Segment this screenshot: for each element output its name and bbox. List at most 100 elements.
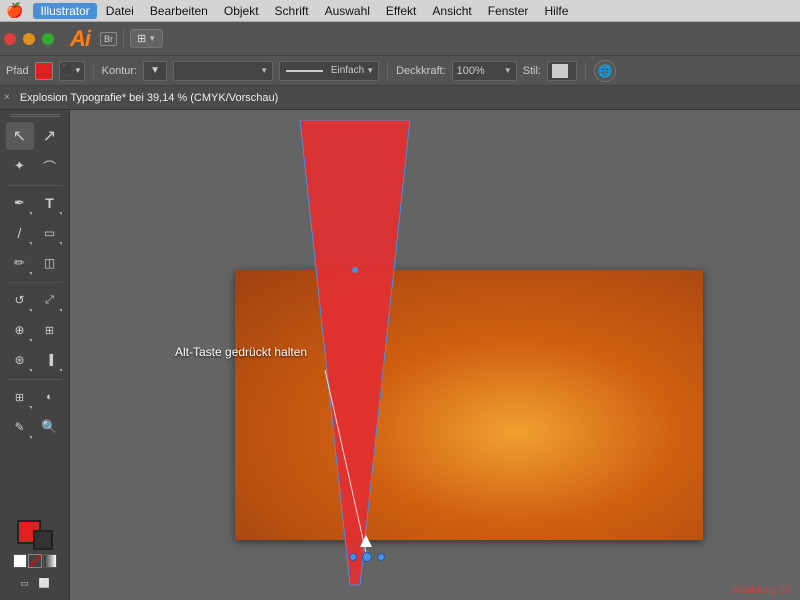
globe-button[interactable]: 🌐 <box>594 60 616 82</box>
tool-row-blend: ⊛ ▐ <box>6 346 64 374</box>
full-screen-button[interactable]: ⬜ <box>36 574 54 592</box>
sub-arrow-icon <box>29 212 32 215</box>
grid-icon: ⊞ <box>137 32 146 45</box>
mesh-tool-button[interactable]: ⊞ <box>6 383 34 411</box>
menu-items: Illustrator Datei Bearbeiten Objekt Schr… <box>33 3 575 19</box>
rotate-tool-button[interactable]: ↺ <box>6 286 34 314</box>
pencil-icon: ✏ <box>14 255 25 271</box>
warp-icon: ⊕ <box>14 323 24 337</box>
menu-bearbeiten[interactable]: Bearbeiten <box>143 3 215 19</box>
eraser-tool-button[interactable]: ◫ <box>36 249 64 277</box>
symbol-tool-button[interactable]: ⊛ <box>6 346 34 374</box>
gradient-icon: ◐ <box>46 391 53 403</box>
toolbox-grip <box>10 114 60 118</box>
warp-tool-button[interactable]: ⊕ <box>6 316 34 344</box>
separator1 <box>93 62 94 80</box>
sub-arrow-icon <box>29 369 32 372</box>
pen-tool-button[interactable]: ✒ <box>6 189 34 217</box>
rotate-icon: ↺ <box>14 293 24 307</box>
tool-row-line: / ▭ <box>6 219 64 247</box>
white-swatch[interactable] <box>13 554 27 568</box>
selection-tool-button[interactable]: ↖ <box>6 122 34 150</box>
tooltip: Alt-Taste gedrückt halten <box>175 345 307 359</box>
cursor-triangle <box>360 535 372 547</box>
gradient-tool-button[interactable]: ◐ <box>36 383 64 411</box>
magnify-tool-button[interactable]: 🔍 <box>36 413 64 441</box>
maximize-button[interactable] <box>42 33 54 45</box>
menu-hilfe[interactable]: Hilfe <box>537 3 575 19</box>
scale-icon: ⤢ <box>45 294 54 307</box>
pen-icon: ✒ <box>14 195 25 211</box>
menu-illustrator[interactable]: Illustrator <box>33 3 96 19</box>
globe-icon: 🌐 <box>597 64 612 78</box>
bottom-caption: Abbildung 08 <box>732 585 790 596</box>
fill-color-swatch[interactable] <box>35 62 53 80</box>
stil-preview <box>552 64 568 78</box>
tool-row-warp: ⊕ ⊞ <box>6 316 64 344</box>
minimize-button[interactable] <box>23 33 35 45</box>
stroke-swatch[interactable] <box>33 530 53 550</box>
menu-schrift[interactable]: Schrift <box>268 3 316 19</box>
full-icon: ⬜ <box>39 578 50 589</box>
apple-menu[interactable]: 🍎 <box>6 2 23 19</box>
deckkraft-dropdown: ▼ <box>504 66 512 75</box>
sub-arrow-icon <box>59 369 62 372</box>
normal-screen-button[interactable]: ▭ <box>16 574 34 592</box>
kontur-icon-btn[interactable]: ▼ <box>143 61 167 81</box>
menu-objekt[interactable]: Objekt <box>217 3 266 19</box>
toolbox: ↖ ↗ ✦ ⌒ ✒ T <box>0 110 70 600</box>
gradient-swatch[interactable] <box>43 554 57 568</box>
scale-tool-button[interactable]: ⤢ <box>36 286 64 314</box>
tab-title[interactable]: Explosion Typografie* bei 39,14 % (CMYK/… <box>14 86 800 109</box>
type-icon: T <box>45 195 54 211</box>
lasso-tool-button[interactable]: ⌒ <box>36 152 64 180</box>
anchor-point <box>362 552 372 562</box>
separator3 <box>585 62 586 80</box>
tool-row-pen: ✒ T <box>6 189 64 217</box>
type-tool-button[interactable]: T <box>36 189 64 217</box>
tab-close-button[interactable]: × <box>0 86 14 109</box>
path-label: Pfad <box>6 65 29 77</box>
anchor-point-left <box>349 553 357 561</box>
menu-ansicht[interactable]: Ansicht <box>425 3 478 19</box>
dropdown-icon: ▼ <box>74 66 82 75</box>
close-button[interactable] <box>4 33 16 45</box>
direct-arrow-icon: ↗ <box>43 126 56 146</box>
direct-selection-tool-button[interactable]: ↗ <box>36 122 64 150</box>
eyedropper-tool-button[interactable]: ✎ <box>6 413 34 441</box>
stroke-dropdown: ▼ <box>366 66 374 75</box>
view-options-button[interactable]: ⊞ ▼ <box>130 29 163 48</box>
menu-effekt[interactable]: Effekt <box>379 3 423 19</box>
toolbar1: Ai Br ⊞ ▼ <box>0 22 800 56</box>
fill-stroke-swatches[interactable] <box>17 520 53 550</box>
free-transform-button[interactable]: ⊞ <box>36 316 64 344</box>
pencil-tool-button[interactable]: ✏ <box>6 249 34 277</box>
br-badge[interactable]: Br <box>100 32 117 46</box>
dropdown-arrow2: ▼ <box>260 66 268 75</box>
menu-datei[interactable]: Datei <box>99 3 141 19</box>
deckkraft-value: 100% <box>457 65 485 77</box>
fill-icon: ⬛ <box>61 65 73 76</box>
rect-tool-button[interactable]: ▭ <box>36 219 64 247</box>
stil-field[interactable] <box>547 61 577 81</box>
menu-auswahl[interactable]: Auswahl <box>318 3 377 19</box>
kontur-icon: ▼ <box>150 65 160 76</box>
kontur-value-field[interactable]: ▼ <box>173 61 273 81</box>
fill-options-button[interactable]: ⬛ ▼ <box>59 61 85 81</box>
none-swatch[interactable] <box>28 554 42 568</box>
stroke-options-field[interactable]: Einfach ▼ <box>279 61 379 81</box>
stroke-line-preview <box>286 70 323 72</box>
canvas-area[interactable]: Alt-Taste gedrückt halten Abbildung 08 <box>70 110 800 600</box>
magic-wand-tool-button[interactable]: ✦ <box>6 152 34 180</box>
stil-label: Stil: <box>523 65 541 77</box>
deckkraft-field[interactable]: 100% ▼ <box>452 61 517 81</box>
tool-row-rotate: ↺ ⤢ <box>6 286 64 314</box>
column-graph-button[interactable]: ▐ <box>36 346 64 374</box>
lasso-icon: ⌒ <box>43 157 56 176</box>
tool-separator-1 <box>8 185 62 186</box>
rect-icon: ▭ <box>44 226 55 240</box>
dropdown-arrow: ▼ <box>148 34 156 43</box>
menu-fenster[interactable]: Fenster <box>481 3 536 19</box>
line-tool-button[interactable]: / <box>6 219 34 247</box>
ai-logo: Ai <box>70 26 90 52</box>
